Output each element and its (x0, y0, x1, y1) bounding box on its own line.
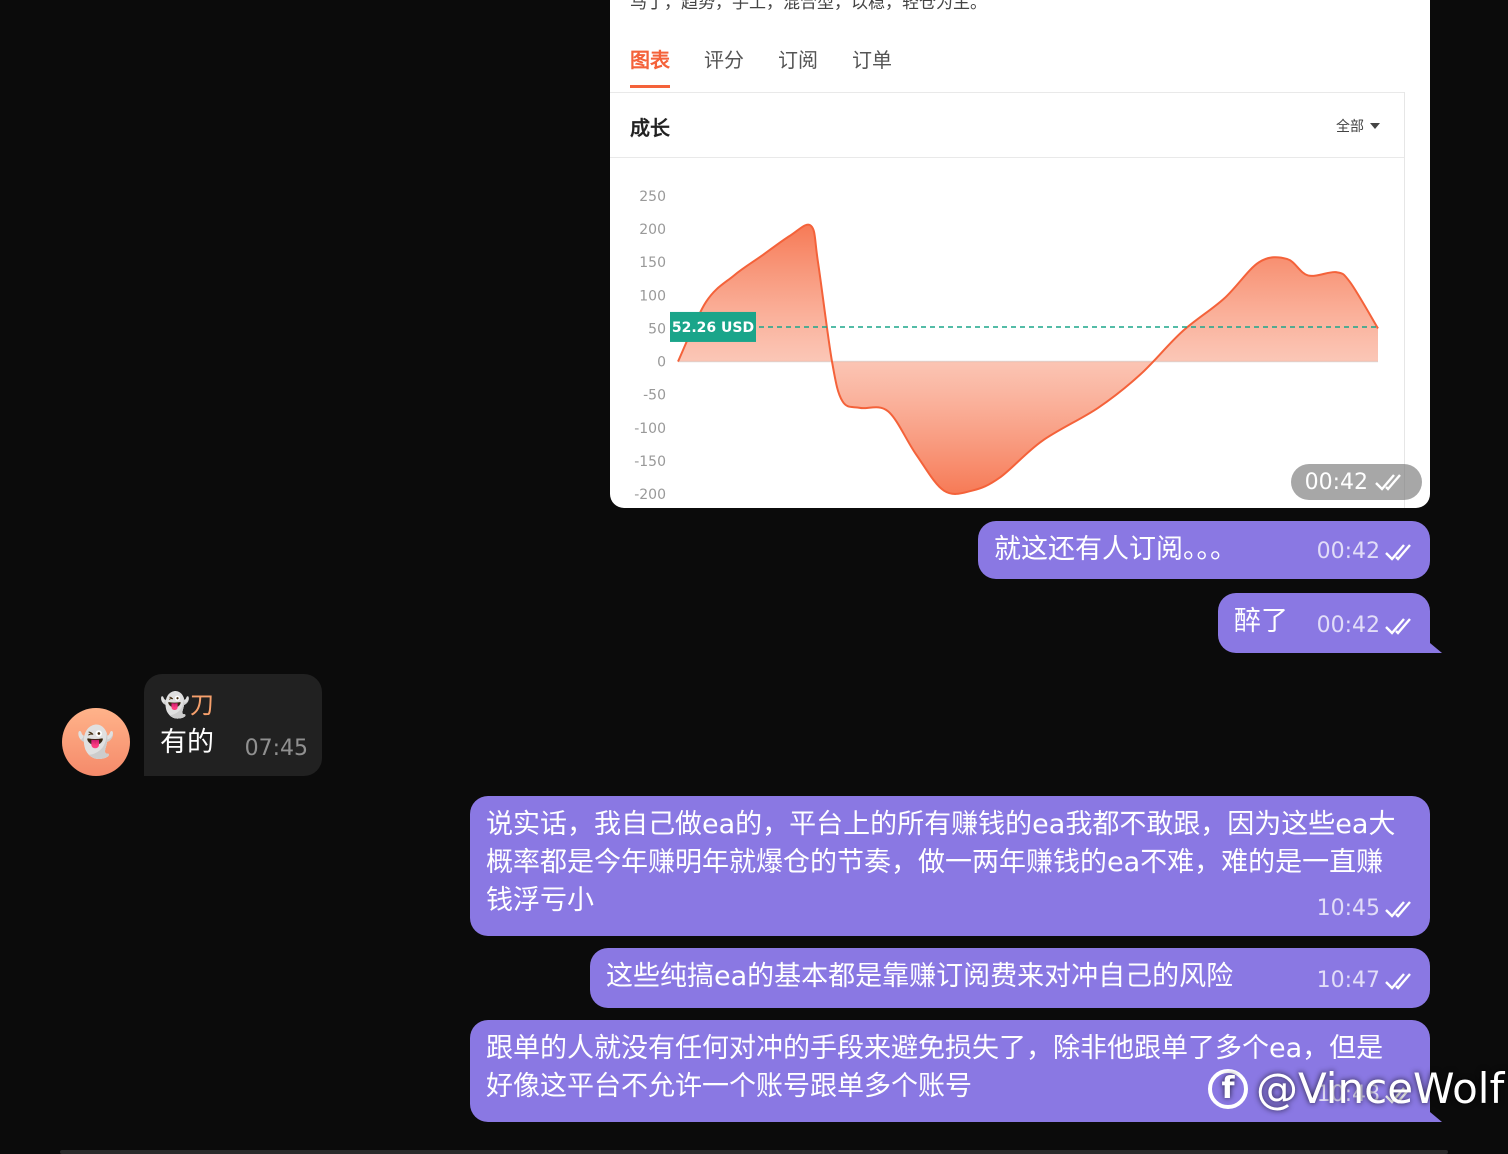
facebook-icon: f (1208, 1068, 1248, 1109)
outgoing-message[interactable]: 这些纯搞ea的基本都是靠赚订阅费来对冲自己的风险 10:47 (590, 948, 1430, 1008)
tab-bar: 图表 评分 订阅 订单 (630, 44, 892, 88)
filter-dropdown[interactable]: 全部 (1336, 116, 1380, 136)
divider (610, 157, 1404, 158)
y-tick-label: -150 (634, 454, 666, 470)
watermark: f @VinceWolf (1208, 1064, 1504, 1113)
double-check-icon (1385, 901, 1411, 918)
message-meta: 10:47 (1317, 962, 1418, 1000)
ghost-icon: 👻 (77, 724, 115, 760)
incoming-message[interactable]: 👻刀 有的 07:45 (144, 674, 322, 776)
message-meta: 07:45 (245, 730, 308, 768)
double-check-icon (1385, 544, 1411, 561)
outgoing-message[interactable]: 说实话，我自己做ea的，平台上的所有赚钱的ea我都不敢跟，因为这些ea大概率都是… (470, 796, 1430, 936)
double-check-icon (1385, 973, 1411, 990)
section-title: 成长 (630, 116, 670, 140)
double-check-icon (1385, 618, 1411, 635)
tab-orders[interactable]: 订单 (852, 44, 892, 88)
message-time: 00:42 (1290, 464, 1422, 500)
y-tick-label: -100 (634, 421, 666, 437)
message-time: 00:42 (1316, 613, 1380, 638)
message-meta: 00:42 (1317, 607, 1418, 645)
time-text: 00:42 (1304, 469, 1368, 495)
tab-chart[interactable]: 图表 (630, 44, 670, 88)
message-meta: 00:42 (1317, 533, 1418, 571)
caret-down-icon (1370, 123, 1380, 129)
cut-off-text: 马丁，趋势，手工，混合型，以稳，轻仓为主。 (630, 0, 987, 13)
image-message[interactable]: 马丁，趋势，手工，混合型，以稳，轻仓为主。 图表 评分 订阅 订单 成长 全部 … (610, 0, 1430, 508)
message-text: 说实话，我自己做ea的，平台上的所有赚钱的ea我都不敢跟，因为这些ea大概率都是… (486, 809, 1396, 916)
y-tick-label: 100 (639, 288, 666, 304)
message-text: 这些纯搞ea的基本都是靠赚订阅费来对冲自己的风险 (606, 961, 1234, 992)
message-text: 醉了 (1234, 606, 1288, 637)
outgoing-message[interactable]: 醉了 00:42 (1218, 593, 1430, 653)
filter-label: 全部 (1336, 119, 1364, 135)
y-tick-label: -50 (643, 388, 666, 404)
y-tick-label: 50 (648, 321, 666, 337)
tab-subscribe[interactable]: 订阅 (778, 44, 818, 88)
y-tick-label: 250 (639, 189, 666, 205)
input-bar-edge (60, 1150, 1448, 1154)
y-tick-label: -200 (634, 487, 666, 503)
reference-label: 52.26 USD (672, 320, 754, 336)
divider (610, 92, 1404, 93)
message-time: 00:42 (1316, 539, 1380, 564)
message-time: 10:45 (1316, 896, 1380, 921)
message-time: 10:47 (1316, 968, 1380, 993)
message-meta: 10:45 (1317, 890, 1418, 928)
y-tick-label: 150 (639, 255, 666, 271)
double-check-icon (1375, 474, 1401, 491)
sender-name[interactable]: 👻刀 (160, 686, 214, 724)
growth-chart: 250 200 150 100 50 0 -50 -100 -150 -200 52.26 USD (634, 189, 1379, 503)
message-time: 07:45 (244, 736, 308, 761)
y-tick-label: 200 (639, 222, 666, 238)
y-tick-label: 0 (657, 355, 666, 371)
tab-rating[interactable]: 评分 (704, 44, 744, 88)
avatar[interactable]: 👻 (62, 708, 130, 776)
message-text: 有的 (160, 727, 214, 758)
message-text: 就这还有人订阅。。。 (994, 534, 1237, 565)
watermark-text: @VinceWolf (1256, 1064, 1505, 1113)
outgoing-message[interactable]: 就这还有人订阅。。。 00:42 (978, 521, 1430, 579)
